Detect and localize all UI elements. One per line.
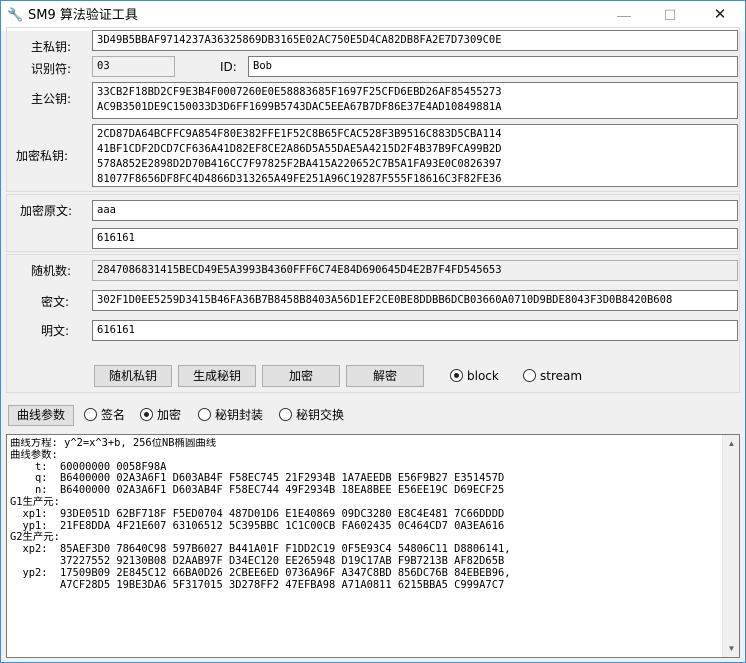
plaintext-label: 加密原文: [20,204,73,218]
mode-block-radio[interactable]: block [450,367,499,385]
option-sign-radio[interactable]: 签名 [84,406,125,424]
scroll-down-icon[interactable]: ▼ [723,640,740,657]
mode-block-label: block [467,369,499,383]
option-encap-label: 秘钥封装 [215,408,264,422]
vertical-scrollbar[interactable]: ▲ ▼ [722,435,739,657]
option-exchange-label: 秘钥交换 [296,408,345,422]
scroll-up-icon[interactable]: ▲ [723,435,740,452]
option-sign-label: 签名 [101,408,126,422]
decrypted-field[interactable]: 616161 [92,320,738,341]
random-label: 随机数: [31,264,72,278]
random-number-field[interactable]: 2847086831415BECD49E5A3993B4360FFF6C74E8… [92,260,738,281]
radio-unselected-icon [523,369,536,382]
id-label: ID: [220,60,237,74]
radio-unselected-icon [84,408,97,421]
radio-unselected-icon [279,408,292,421]
random-key-button[interactable]: 随机私钥 [94,365,172,387]
curve-info-text: 曲线方程: y^2=x^3+b, 256位NB椭圆曲线 曲线参数: t: 600… [10,438,511,591]
option-encrypt-radio[interactable]: 加密 [140,406,181,424]
id-field[interactable]: Bob [248,56,738,77]
encrypt-button[interactable]: 加密 [262,365,340,387]
curve-info-textarea[interactable]: 曲线方程: y^2=x^3+b, 256位NB椭圆曲线 曲线参数: t: 600… [6,434,740,658]
enc-private-label: 加密私钥: [16,149,69,163]
option-exchange-radio[interactable]: 秘钥交换 [279,406,344,424]
radio-selected-icon [140,408,153,421]
curve-params-button[interactable]: 曲线参数 [8,405,74,426]
radio-unselected-icon [198,408,211,421]
mode-stream-radio[interactable]: stream [523,367,582,385]
enc-private-key-field[interactable]: 2CD87DA64BCFFC9A854F80E382FFE1F52C8B65FC… [92,124,738,187]
plaintext-field[interactable]: aaa [92,200,738,221]
ciphertext-field[interactable]: 302F1D0EE5259D3415B46FA36B7B8458B8403A56… [92,290,738,311]
identifier-field[interactable]: 03 [92,56,175,77]
wrench-icon: 🔧 [7,7,24,22]
master-private-label: 主私钥: [31,40,72,54]
master-public-label: 主公钥: [31,92,72,106]
radio-selected-icon [450,369,463,382]
option-encrypt-label: 加密 [157,408,182,422]
plaintext-hex-field[interactable]: 616161 [92,228,738,249]
decrypted-label: 明文: [41,324,70,338]
ciphertext-label: 密文: [41,295,70,309]
master-public-key-field[interactable]: 33CB2F18BD2CF9E3B4F0007260E0E58883685F16… [92,82,738,119]
decrypt-button[interactable]: 解密 [346,365,424,387]
mode-stream-label: stream [540,369,583,383]
identifier-label: 识别符: [31,62,72,76]
option-encap-radio[interactable]: 秘钥封装 [198,406,263,424]
app-window: 🔧 SM9 算法验证工具 — ☐ ✕ 主私钥: 3D49B5BBAF971423… [0,0,746,663]
window-title: SM9 算法验证工具 [28,8,138,23]
generate-key-button[interactable]: 生成秘钥 [178,365,256,387]
master-private-key-field[interactable]: 3D49B5BBAF9714237A36325869DB3165E02AC750… [92,30,738,51]
